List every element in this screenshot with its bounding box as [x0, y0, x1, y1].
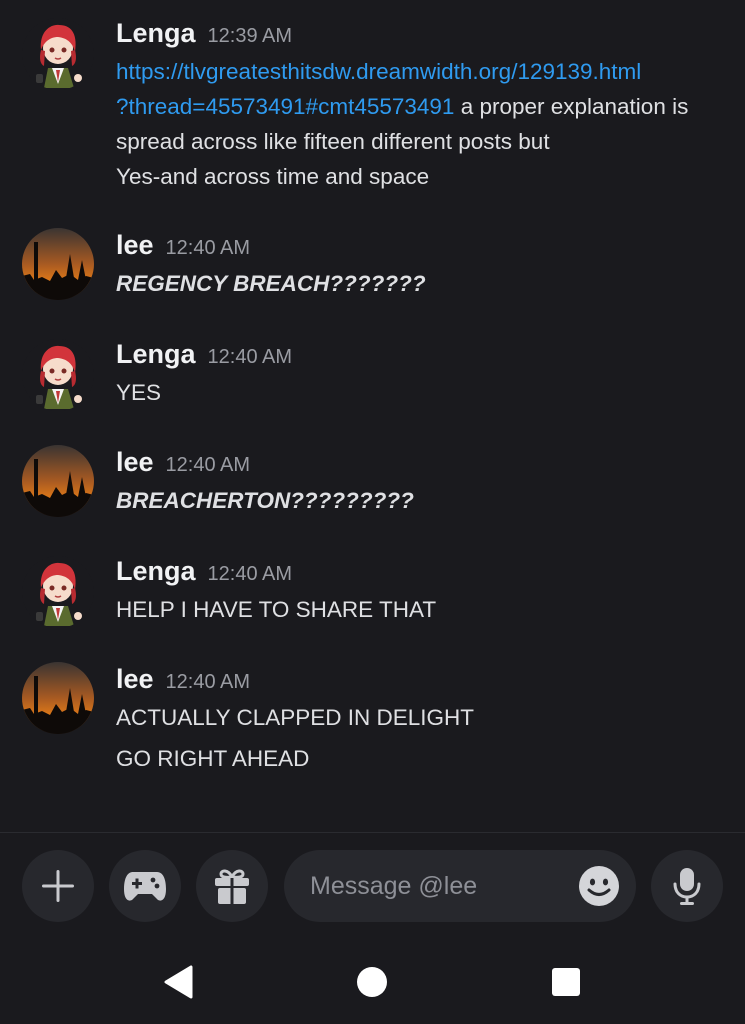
gamepad-icon	[124, 872, 166, 901]
message-input-container[interactable]	[284, 850, 636, 922]
sunset-silhouette-avatar-icon	[22, 445, 94, 517]
message-line: spread across like fifteen different pos…	[116, 129, 550, 154]
avatar[interactable]	[22, 556, 94, 628]
message-header: lee 12:40 AM	[116, 447, 250, 478]
message-header: lee 12:40 AM	[116, 664, 250, 695]
message-text: a proper explanation is	[454, 94, 689, 119]
author-name[interactable]: lee	[116, 447, 154, 477]
composer-divider	[0, 832, 745, 833]
activities-button[interactable]	[109, 850, 181, 922]
system-navigation-bar	[0, 940, 745, 1024]
recents-icon	[552, 968, 580, 996]
message-line: https://tlvgreatesthitsdw.dreamwidth.org…	[116, 54, 641, 89]
avatar[interactable]	[22, 228, 94, 300]
message-line: ACTUALLY CLAPPED IN DELIGHT	[116, 705, 475, 730]
message-header: lee 12:40 AM	[116, 230, 250, 261]
message-line: ?thread=45573491#cmt45573491 a proper ex…	[116, 89, 688, 124]
message-header: Lenga 12:39 AM	[116, 18, 292, 49]
sunset-silhouette-avatar-icon	[22, 662, 94, 734]
avatar[interactable]	[22, 339, 94, 411]
anime-girl-avatar-icon	[22, 556, 94, 628]
timestamp: 12:40 AM	[165, 671, 251, 693]
message-line: BREACHERTON?????????	[116, 488, 414, 513]
avatar[interactable]	[22, 662, 94, 734]
message-input[interactable]	[308, 870, 562, 902]
anime-girl-avatar-icon	[22, 339, 94, 411]
timestamp: 12:40 AM	[165, 237, 251, 259]
message-link[interactable]: ?thread=45573491#cmt45573491	[116, 94, 454, 119]
anime-girl-avatar-icon	[22, 18, 94, 90]
avatar[interactable]	[22, 18, 94, 90]
timestamp: 12:40 AM	[165, 454, 251, 476]
gift-button[interactable]	[196, 850, 268, 922]
author-name[interactable]: Lenga	[116, 556, 196, 586]
back-icon	[164, 965, 193, 999]
sunset-silhouette-avatar-icon	[22, 228, 94, 300]
message-link[interactable]: https://tlvgreatesthitsdw.dreamwidth.org…	[116, 59, 641, 84]
message-line: GO RIGHT AHEAD	[116, 746, 310, 771]
dm-screen: Lenga 12:39 AM https://tlvgreatesthitsdw.…	[0, 0, 745, 1024]
home-icon	[357, 967, 387, 997]
emoji-icon[interactable]	[578, 865, 620, 907]
message-header: Lenga 12:40 AM	[116, 339, 292, 370]
home-button[interactable]	[350, 960, 394, 1004]
voice-message-button[interactable]	[651, 850, 723, 922]
timestamp: 12:39 AM	[207, 25, 293, 47]
message-line: Yes-and across time and space	[116, 164, 430, 189]
microphone-icon	[673, 868, 701, 905]
author-name[interactable]: Lenga	[116, 18, 196, 48]
message-header: Lenga 12:40 AM	[116, 556, 292, 587]
back-button[interactable]	[157, 960, 201, 1004]
message-line: REGENCY BREACH???????	[116, 271, 426, 296]
timestamp: 12:40 AM	[207, 346, 293, 368]
message-line: YES	[116, 380, 162, 405]
recents-button[interactable]	[544, 960, 588, 1004]
message-list: Lenga 12:39 AM https://tlvgreatesthitsdw.…	[0, 0, 745, 832]
author-name[interactable]: lee	[116, 230, 154, 260]
author-name[interactable]: Lenga	[116, 339, 196, 369]
message-line: HELP I HAVE TO SHARE THAT	[116, 597, 437, 622]
timestamp: 12:40 AM	[207, 563, 293, 585]
author-name[interactable]: lee	[116, 664, 154, 694]
add-attachment-button[interactable]	[22, 850, 94, 922]
avatar[interactable]	[22, 445, 94, 517]
gift-icon	[215, 869, 249, 904]
plus-icon	[42, 870, 74, 902]
